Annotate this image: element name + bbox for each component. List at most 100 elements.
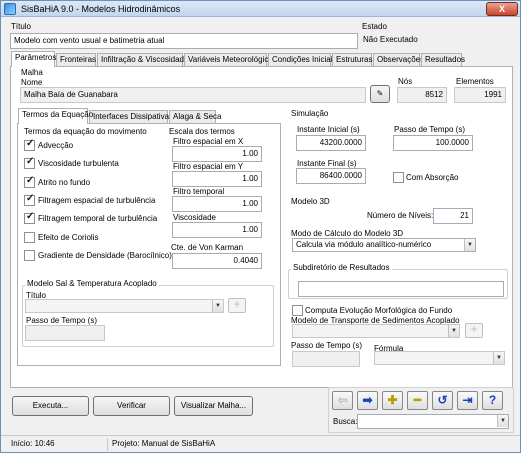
malha-name-field: Malha Baía de Guanabara: [20, 87, 366, 103]
formula-select[interactable]: ▼: [374, 351, 505, 365]
tab-alaga-seca[interactable]: Alaga & Seca: [169, 110, 221, 124]
sal-temp-step-field: [25, 325, 105, 341]
add-sal-temp-button[interactable]: +: [228, 298, 246, 313]
levels-input[interactable]: 21: [433, 208, 473, 224]
sal-temp-title-select[interactable]: ▼: [25, 299, 224, 313]
undo-button[interactable]: ↺: [432, 391, 453, 410]
calc-mode-value: Calcula via módulo analítico-numérico: [296, 240, 432, 249]
checkbox-viscosidade-turbulenta[interactable]: [24, 156, 35, 169]
state-value: Não Executado: [363, 35, 418, 44]
minus-icon: ━: [413, 393, 422, 407]
tab-infiltracao-viscosidade[interactable]: Infiltração & Viscosidade: [97, 53, 188, 67]
edit-malha-button[interactable]: ✎: [370, 85, 390, 103]
checkbox-atrito-fundo[interactable]: [24, 175, 35, 188]
export-button[interactable]: ⇥: [457, 391, 478, 410]
end-input[interactable]: 86400.0000: [296, 168, 366, 184]
help-button[interactable]: ?: [482, 391, 503, 410]
filtro-y-label: Filtro espacial em Y: [173, 162, 244, 171]
terms-group-title: Termos da equação do movimento: [24, 127, 147, 136]
checkbox-adveccao[interactable]: [24, 138, 35, 151]
verify-button[interactable]: Verificar: [93, 396, 170, 416]
nodes-label: Nós: [398, 77, 413, 86]
transport-select[interactable]: ▼: [292, 324, 460, 338]
karman-label: Cte. de Von Karman: [171, 243, 244, 252]
chevron-down-icon: ▼: [448, 325, 459, 337]
remove-button[interactable]: ━: [407, 391, 428, 410]
model3d-group-title: Modelo 3D: [291, 197, 330, 206]
status-separator: [107, 438, 108, 451]
label-adveccao: Advecção: [38, 141, 74, 150]
simulation-group-title: Simulação: [291, 109, 329, 118]
tab-estruturas[interactable]: Estruturas: [332, 53, 372, 67]
checkbox-coriolis[interactable]: [24, 232, 35, 243]
start-label: Instante Inicial (s): [297, 125, 360, 134]
filtro-y-input[interactable]: 1.00: [172, 171, 262, 187]
label-viscosidade-turbulenta: Viscosidade turbulenta: [38, 159, 119, 168]
state-label: Estado: [362, 22, 387, 31]
filtro-x-label: Filtro espacial em X: [173, 137, 244, 146]
tab-variaveis-meteorologicas[interactable]: Variáveis Meteorológicas: [184, 53, 277, 67]
search-label: Busca:: [333, 417, 358, 426]
checkbox-filtragem-espacial[interactable]: [24, 193, 35, 206]
chevron-down-icon: ▼: [212, 300, 223, 312]
checkbox-filtragem-temporal[interactable]: [24, 211, 35, 224]
calc-mode-select[interactable]: Calcula via módulo analítico-numérico ▼: [292, 238, 476, 252]
search-select[interactable]: ▼: [357, 414, 509, 429]
tab-observacoes[interactable]: Observações: [373, 53, 424, 67]
add-transport-button[interactable]: +: [465, 323, 483, 338]
status-start-time: Início: 10:46: [11, 439, 55, 448]
results-group-title: Subdiretório de Resultados: [291, 263, 392, 272]
tab-resultados[interactable]: Resultados: [421, 53, 465, 67]
label-gradiente-densidade: Gradiente de Densidade (Barocílnico): [38, 251, 172, 260]
filtro-temporal-label: Filtro temporal: [173, 187, 225, 196]
execute-button[interactable]: Executa...: [12, 396, 89, 416]
tab-condicoes-iniciais[interactable]: Condições Iniciais: [268, 53, 336, 67]
results-subdir-input[interactable]: [298, 281, 504, 297]
tab-termos-equacao[interactable]: Termos da Equação: [18, 108, 93, 124]
morpho-step-label: Passo de Tempo (s): [291, 341, 362, 350]
label-coriolis: Efeito de Coriolis: [38, 233, 99, 242]
label-morfologia: Computa Evolução Morfológica do Fundo: [305, 306, 453, 315]
viscosidade-input[interactable]: 1.00: [172, 222, 262, 238]
tab-fronteiras[interactable]: Fronteiras: [56, 53, 96, 67]
label-atrito-fundo: Atrito no fundo: [38, 178, 91, 187]
chevron-down-icon: ▼: [464, 239, 475, 251]
elements-field: 1991: [454, 87, 506, 103]
title-input[interactable]: Modelo com vento usual e batimetria atua…: [10, 33, 358, 49]
window-title: SisBaHiA 9.0 - Modelos Hidrodinâmicos: [21, 4, 181, 14]
filtro-temporal-input[interactable]: 1.00: [172, 196, 262, 212]
malha-section-label: Malha: [21, 68, 43, 77]
levels-label: Número de Níveis:: [367, 211, 434, 220]
chevron-down-icon: ▼: [493, 352, 504, 364]
sal-temp-group-title: Modelo Sal & Temperatura Acoplado: [25, 279, 159, 288]
elements-label: Elementos: [456, 77, 494, 86]
close-button[interactable]: X: [486, 2, 518, 16]
sim-step-input[interactable]: 100.0000: [393, 135, 473, 151]
undo-icon: ↺: [437, 393, 448, 407]
tab-parametros[interactable]: Parâmetros: [11, 51, 56, 67]
tab-interfaces-dissipativas[interactable]: Interfaces Dissipativas: [89, 110, 173, 124]
filtro-x-input[interactable]: 1.00: [172, 146, 262, 162]
export-icon: ⇥: [462, 393, 473, 407]
karman-input[interactable]: 0.4040: [172, 253, 262, 269]
arrow-left-icon: ⇦: [337, 393, 348, 407]
title-bar: SisBaHiA 9.0 - Modelos Hidrodinâmicos X: [1, 1, 520, 17]
viscosidade-label: Viscosidade: [173, 213, 216, 222]
start-input[interactable]: 43200.0000: [296, 135, 366, 151]
calc-mode-label: Modo de Cálculo do Modelo 3D: [291, 229, 404, 238]
back-button[interactable]: ⇦: [332, 391, 353, 410]
pencil-icon: ✎: [376, 89, 384, 98]
checkbox-absorcao[interactable]: [393, 172, 404, 183]
chevron-down-icon: ▼: [497, 415, 508, 427]
view-mesh-button[interactable]: Visualizar Malha...: [174, 396, 253, 416]
nodes-field: 8512: [397, 87, 447, 103]
forward-button[interactable]: ➡: [357, 391, 378, 410]
arrow-right-icon: ➡: [362, 393, 373, 407]
malha-name-label: Nome: [21, 78, 43, 87]
end-label: Instante Final (s): [297, 159, 357, 168]
app-icon: [4, 3, 16, 15]
checkbox-morfologia[interactable]: [292, 305, 303, 316]
add-button[interactable]: ✚: [382, 391, 403, 410]
checkbox-gradiente-densidade[interactable]: [24, 250, 35, 261]
label-filtragem-espacial: Filtragem espacial de turbulência: [38, 196, 156, 205]
